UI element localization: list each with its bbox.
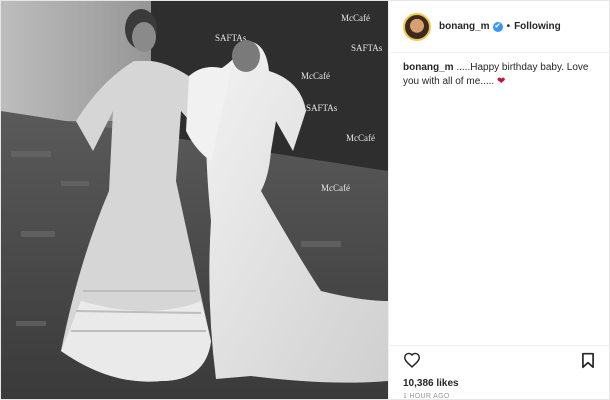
photo-illustration: McCafé McCafé McCafé McCafé SAFTAs SAFTA… bbox=[1, 1, 388, 399]
backdrop-text-3: SAFTAs bbox=[306, 103, 338, 113]
instagram-post: McCafé McCafé McCafé McCafé SAFTAs SAFTA… bbox=[0, 0, 610, 400]
post-photo[interactable]: McCafé McCafé McCafé McCafé SAFTAs SAFTA… bbox=[1, 1, 389, 399]
verified-badge-icon: ✔ bbox=[492, 21, 503, 32]
avatar[interactable] bbox=[403, 12, 431, 41]
backdrop-logo-3: McCafé bbox=[346, 133, 375, 143]
caption-username-link[interactable]: bonang_m bbox=[403, 62, 454, 73]
heart-outline-icon[interactable] bbox=[403, 352, 421, 372]
backdrop-text-2: SAFTAs bbox=[351, 43, 383, 53]
post-header: bonang_m ✔ • Following bbox=[389, 1, 609, 53]
likes-count[interactable]: 10,386 likes bbox=[403, 378, 595, 389]
action-icons bbox=[403, 352, 595, 372]
username-link[interactable]: bonang_m bbox=[439, 21, 490, 32]
backdrop-logo-2: McCafé bbox=[301, 71, 330, 81]
post-actions: 10,386 likes 1 HOUR AGO bbox=[389, 345, 609, 400]
heart-emoji-icon: ❤ bbox=[496, 76, 506, 87]
post-sidebar: bonang_m ✔ • Following bonang_m .....Hap… bbox=[389, 1, 609, 400]
post-timestamp[interactable]: 1 HOUR AGO bbox=[403, 393, 595, 400]
separator-dot: • bbox=[506, 21, 511, 32]
following-button[interactable]: Following bbox=[514, 21, 561, 32]
backdrop-logo-1: McCafé bbox=[341, 13, 370, 23]
bookmark-icon[interactable] bbox=[581, 352, 595, 372]
backdrop-logo-4: McCafé bbox=[321, 183, 350, 193]
post-caption: bonang_m .....Happy birthday baby. Love … bbox=[389, 53, 609, 89]
